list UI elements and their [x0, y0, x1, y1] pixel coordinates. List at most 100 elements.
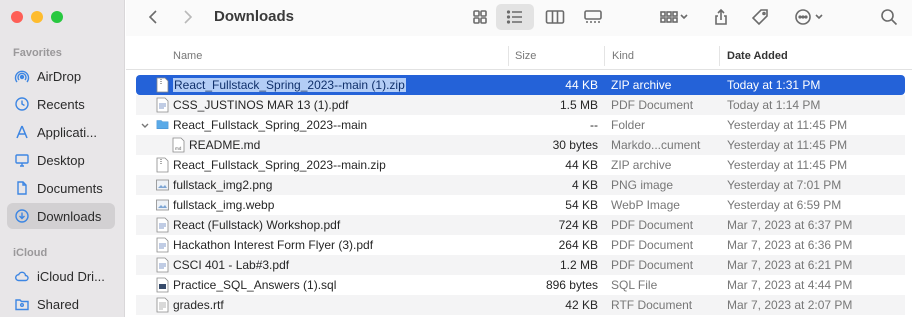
- table-row[interactable]: CSS_JUSTINOS MAR 13 (1).pdf 1.5 MB PDF Doc…: [136, 95, 905, 115]
- sidebar-item-recents[interactable]: Recents: [7, 91, 115, 117]
- icon-view-button[interactable]: [466, 4, 494, 30]
- file-name-text: React (Fullstack) Workshop.pdf: [173, 218, 341, 232]
- grid-icon: [473, 10, 487, 24]
- file-name: fullstack_img2.png: [173, 178, 272, 192]
- document-icon: [14, 180, 30, 196]
- minimize-button[interactable]: [31, 11, 43, 23]
- chevron-down-icon[interactable]: [140, 120, 150, 130]
- more-actions-button[interactable]: [790, 4, 830, 30]
- table-row[interactable]: fullstack_img.webp 54 KB WebP Image Yesterd…: [136, 195, 905, 215]
- markdown-icon: md: [172, 137, 185, 153]
- file-date-added: Mar 7, 2023 at 6:36 PM: [727, 238, 853, 252]
- file-kind: RTF Document: [611, 298, 693, 312]
- ellipsis-circle-icon: [795, 9, 823, 25]
- zoom-button[interactable]: [51, 11, 63, 23]
- columns-icon: [545, 10, 565, 24]
- file-kind: Folder: [611, 118, 646, 132]
- file-kind: ZIP archive: [611, 158, 672, 172]
- file-kind: SQL File: [611, 278, 658, 292]
- column-divider[interactable]: [719, 46, 720, 66]
- file-name: React_Fullstack_Spring_2023--main (1).zi…: [173, 78, 406, 92]
- file-date-added: Yesterday at 11:45 PM: [727, 118, 848, 132]
- file-date-added: Today at 1:14 PM: [727, 98, 821, 112]
- file-date-added: Yesterday at 7:01 PM: [727, 178, 842, 192]
- file-date-added: Mar 7, 2023 at 4:44 PM: [727, 278, 853, 292]
- file-name-text: fullstack_img.webp: [173, 198, 275, 212]
- close-button[interactable]: [11, 11, 23, 23]
- table-row[interactable]: React_Fullstack_Spring_2023--main (1).zi…: [136, 75, 905, 95]
- file-size: 1.2 MB: [559, 258, 598, 272]
- folder-icon: [156, 117, 169, 133]
- file-name-text: Hackathon Interest Form Flyer (3).pdf: [173, 238, 374, 252]
- table-row[interactable]: Hackathon Interest Form Flyer (3).pdf 264…: [136, 235, 905, 255]
- file-size: 724 KB: [558, 218, 598, 232]
- table-row[interactable]: fullstack_img2.png 4 KB PNG image Yesterday…: [136, 175, 905, 195]
- sidebar-item-documents[interactable]: Documents: [7, 175, 115, 201]
- table-row[interactable]: grades.rtf 42 KB RTF Document Mar 7, 2023 a…: [136, 295, 905, 315]
- file-date-added: Mar 7, 2023 at 6:37 PM: [727, 218, 853, 232]
- column-name-header[interactable]: Name: [173, 50, 202, 62]
- column-size-header[interactable]: Size: [515, 50, 536, 62]
- group-icon: [660, 11, 688, 23]
- file-name: README.md: [189, 138, 260, 152]
- file-name-text[interactable]: React_Fullstack_Spring_2023--main (1).zi…: [173, 78, 406, 92]
- file-kind: PDF Document: [611, 98, 694, 112]
- column-kind-header[interactable]: Kind: [612, 50, 634, 62]
- file-name-text: React_Fullstack_Spring_2023--main.zip: [173, 158, 386, 172]
- share-button[interactable]: [708, 4, 734, 30]
- file-name-text: README.md: [189, 138, 261, 152]
- table-row[interactable]: React (Fullstack) Workshop.pdf 724 KB PDF …: [136, 215, 905, 235]
- file-kind: ZIP archive: [611, 78, 672, 92]
- file-name: React_Fullstack_Spring_2023--main: [173, 118, 367, 132]
- table-row[interactable]: React_Fullstack_Spring_2023--main.zip 44 …: [136, 155, 905, 175]
- forward-button[interactable]: [177, 4, 199, 30]
- table-row[interactable]: Practice_SQL_Answers (1).sql 896 bytes SQL…: [136, 275, 905, 295]
- sql-icon: [156, 277, 169, 293]
- clock-icon: [14, 96, 30, 112]
- sidebar-item-downloads[interactable]: Downloads: [7, 203, 115, 229]
- column-divider[interactable]: [508, 46, 509, 66]
- file-kind: PDF Document: [611, 218, 694, 232]
- sidebar-item-label: Shared: [37, 296, 79, 312]
- file-size: 4 KB: [571, 178, 598, 192]
- sidebar-item-applications[interactable]: Applicati...: [7, 119, 115, 145]
- sidebar: Favorites AirDrop Recents Applicati... D…: [0, 0, 125, 317]
- chevron-right-icon: [184, 10, 193, 24]
- download-icon: [14, 208, 30, 224]
- rtf-icon: [156, 297, 169, 313]
- file-size: --: [590, 118, 598, 132]
- file-size: 44 KB: [565, 158, 598, 172]
- list-view-button[interactable]: [496, 4, 534, 30]
- sidebar-item-shared[interactable]: Shared: [7, 291, 115, 317]
- back-button[interactable]: [142, 4, 164, 30]
- column-header: Name Size Kind Date Added: [126, 42, 912, 70]
- file-name-text: fullstack_img2.png: [173, 178, 273, 192]
- column-divider[interactable]: [604, 46, 605, 66]
- table-row[interactable]: React_Fullstack_Spring_2023--main -- Folde…: [136, 115, 905, 135]
- sidebar-item-airdrop[interactable]: AirDrop: [7, 63, 115, 89]
- tag-button[interactable]: [748, 4, 774, 30]
- pdf-icon: [156, 97, 169, 113]
- file-size: 30 bytes: [552, 138, 598, 152]
- file-name-text: grades.rtf: [173, 298, 224, 312]
- file-name-text: Practice_SQL_Answers (1).sql: [173, 278, 337, 292]
- sidebar-item-icloud-drive[interactable]: iCloud Dri...: [7, 263, 115, 289]
- search-button[interactable]: [876, 4, 902, 30]
- share-icon: [715, 8, 727, 25]
- column-view-button[interactable]: [540, 4, 570, 30]
- sidebar-item-label: Recents: [37, 96, 85, 112]
- image-icon: [156, 177, 169, 193]
- file-date-added: Yesterday at 11:45 PM: [727, 138, 848, 152]
- sidebar-item-desktop[interactable]: Desktop: [7, 147, 115, 173]
- window-controls: [11, 11, 63, 23]
- file-size: 42 KB: [565, 298, 598, 312]
- file-name: CSCI 401 - Lab#3.pdf: [173, 258, 289, 272]
- icloud-section-label: iCloud: [13, 247, 48, 259]
- table-row[interactable]: md README.md 30 bytes Markdo...cument Yester…: [136, 135, 905, 155]
- column-date-added-header[interactable]: Date Added: [727, 50, 788, 62]
- file-date-added: Today at 1:31 PM: [727, 78, 821, 92]
- chevron-left-icon: [148, 10, 157, 24]
- group-by-button[interactable]: [654, 4, 694, 30]
- table-row[interactable]: CSCI 401 - Lab#3.pdf 1.2 MB PDF Document Ma…: [136, 255, 905, 275]
- gallery-view-button[interactable]: [578, 4, 608, 30]
